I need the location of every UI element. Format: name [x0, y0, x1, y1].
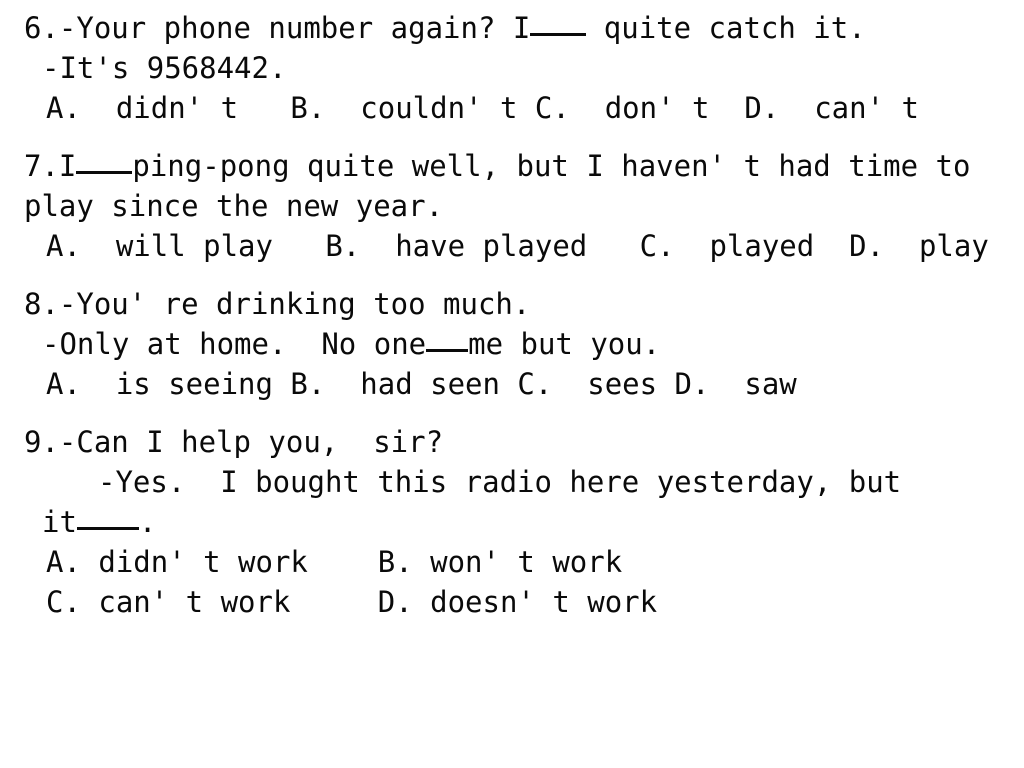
question-7-prompt-before: 7.I [24, 149, 77, 183]
question-6-prompt-before: 6.-Your phone number again? I [24, 11, 531, 45]
question-block-6: 6.-Your phone number again? I quite catc… [0, 8, 1024, 128]
question-7-blank[interactable] [76, 151, 133, 174]
question-8-options-line[interactable]: A. is seeing B. had seen C. sees D. saw [0, 364, 1024, 404]
question-9-prompt-line: 9.-Can I help you, sir? [24, 425, 444, 459]
question-block-8: 8.-You' re drinking too much. -Only at h… [0, 284, 1024, 404]
question-9-continuation-after: . [138, 505, 157, 539]
question-8-reply-before: -Only at home. No one [42, 327, 427, 361]
question-7-prompt-after: ping-pong quite well, but I haven' t had… [132, 149, 971, 183]
question-6-reply-line: -It's 9568442. [42, 51, 287, 85]
question-8-blank[interactable] [426, 329, 469, 352]
question-9-reply-line: -Yes. I bought this radio here yesterday… [98, 465, 902, 499]
question-9-options-line-2[interactable]: C. can' t work D. doesn' t work [0, 582, 1024, 622]
question-6-blank[interactable] [530, 13, 587, 36]
question-6-prompt-after: quite catch it. [586, 11, 866, 45]
question-6-options-line[interactable]: A. didn' t B. couldn' t C. don' t D. can… [0, 88, 1024, 128]
question-6-prompt-line: 6.-Your phone number again? I quite catc… [0, 8, 1024, 48]
question-9-continuation-before: it [42, 505, 77, 539]
question-9-blank[interactable] [76, 507, 139, 530]
question-9-options-line-1[interactable]: A. didn' t work B. won' t work [0, 542, 1024, 582]
question-8-prompt-line: 8.-You' re drinking too much. [24, 287, 531, 321]
question-block-7: 7.I ping-pong quite well, but I haven' t … [0, 146, 1024, 266]
question-8-reply-after: me but you. [468, 327, 661, 361]
question-9-reply-continuation: it. [0, 502, 1024, 542]
question-7-prompt-continuation: play since the new year. [24, 189, 444, 223]
exercise-content: 6.-Your phone number again? I quite catc… [0, 8, 1024, 640]
question-block-9: 9.-Can I help you, sir? -Yes. I bought t… [0, 422, 1024, 622]
question-8-reply-line: -Only at home. No one me but you. [0, 324, 1024, 364]
question-7-options-line[interactable]: A. will play B. have played C. played D.… [0, 226, 1024, 266]
question-7-prompt-line: 7.I ping-pong quite well, but I haven' t … [0, 146, 1024, 186]
slide-page: 6.-Your phone number again? I quite catc… [0, 0, 1024, 768]
